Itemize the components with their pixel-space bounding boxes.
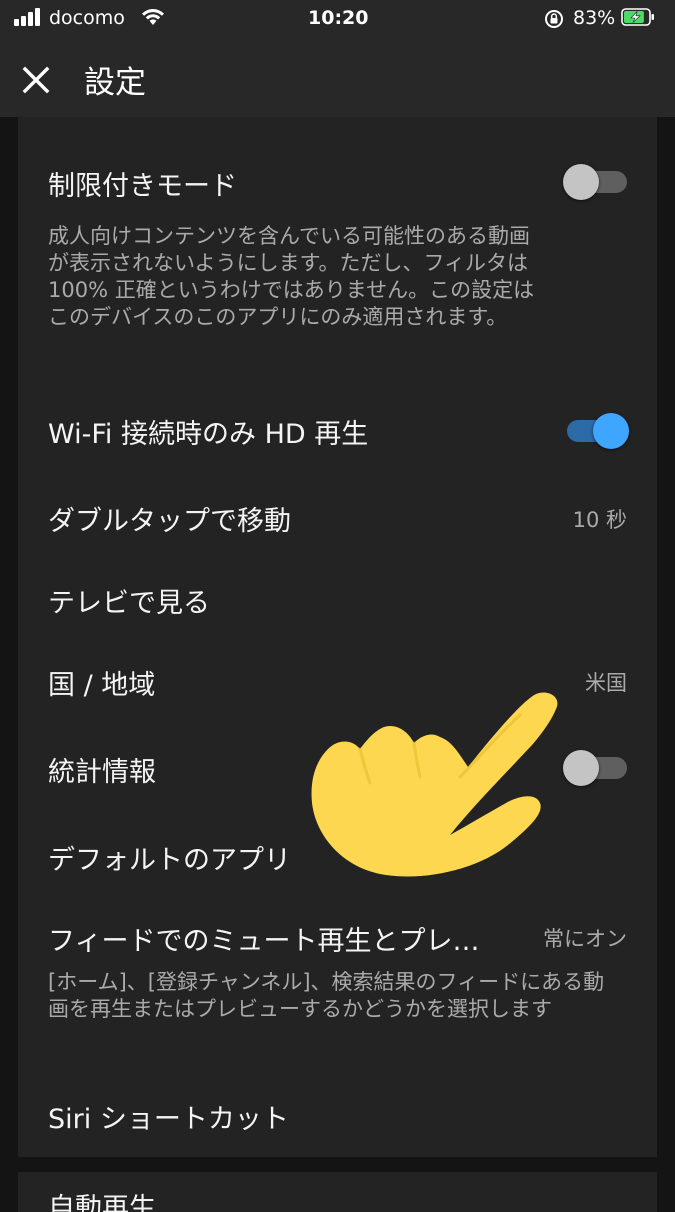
wifi-icon — [142, 9, 164, 25]
hd-wifi-only-toggle[interactable] — [563, 411, 629, 451]
status-time: 10:20 — [308, 7, 369, 29]
app-bar: 設定 — [0, 40, 675, 117]
stats-title: 統計情報 — [48, 757, 156, 788]
battery-icon — [621, 8, 654, 26]
restricted-mode-description: 成人向けコンテンツを含んでいる可能性のある動画が表示されないようにします。ただし… — [48, 224, 535, 329]
settings-card: 制限付きモード 成人向けコンテンツを含んでいる可能性のある動画が表示されないよう… — [18, 117, 657, 1157]
hd-wifi-only-title: Wi-Fi 接続時のみ HD 再生 — [48, 419, 369, 450]
signal-icon — [14, 8, 42, 26]
autoplay-section-card: 自動再生 — [18, 1172, 657, 1212]
stats-toggle[interactable] — [563, 748, 629, 788]
double-tap-value: 10 秒 — [572, 508, 627, 532]
close-button[interactable] — [18, 62, 54, 98]
default-apps-title: デフォルトのアプリ — [48, 845, 291, 876]
battery-percent: 83% — [573, 7, 616, 29]
muted-playback-description: [ホーム]、[登録チャンネル]、検索結果のフィードにある動画を再生またはプレビュ… — [48, 970, 605, 1021]
restricted-mode-toggle[interactable] — [563, 162, 629, 202]
muted-playback-title: フィードでのミュート再生とプレ… — [48, 926, 480, 957]
watch-on-tv-title: テレビで見る — [48, 588, 210, 619]
siri-shortcuts-title: Siri ショートカット — [48, 1104, 289, 1135]
close-icon — [22, 66, 50, 94]
region-value: 米国 — [585, 671, 627, 695]
muted-playback-value: 常にオン — [543, 927, 627, 951]
pointing-hand-icon — [311, 692, 558, 877]
region-title: 国 / 地域 — [48, 670, 156, 701]
restricted-mode-title: 制限付きモード — [48, 171, 237, 202]
carrier-name: docomo — [49, 7, 125, 29]
double-tap-title: ダブルタップで移動 — [48, 506, 291, 537]
autoplay-section-title: 自動再生 — [48, 1193, 156, 1212]
status-bar: docomo 10:20 83% — [0, 0, 675, 40]
rotation-lock-icon — [545, 10, 563, 28]
page-title: 設定 — [84, 65, 146, 101]
